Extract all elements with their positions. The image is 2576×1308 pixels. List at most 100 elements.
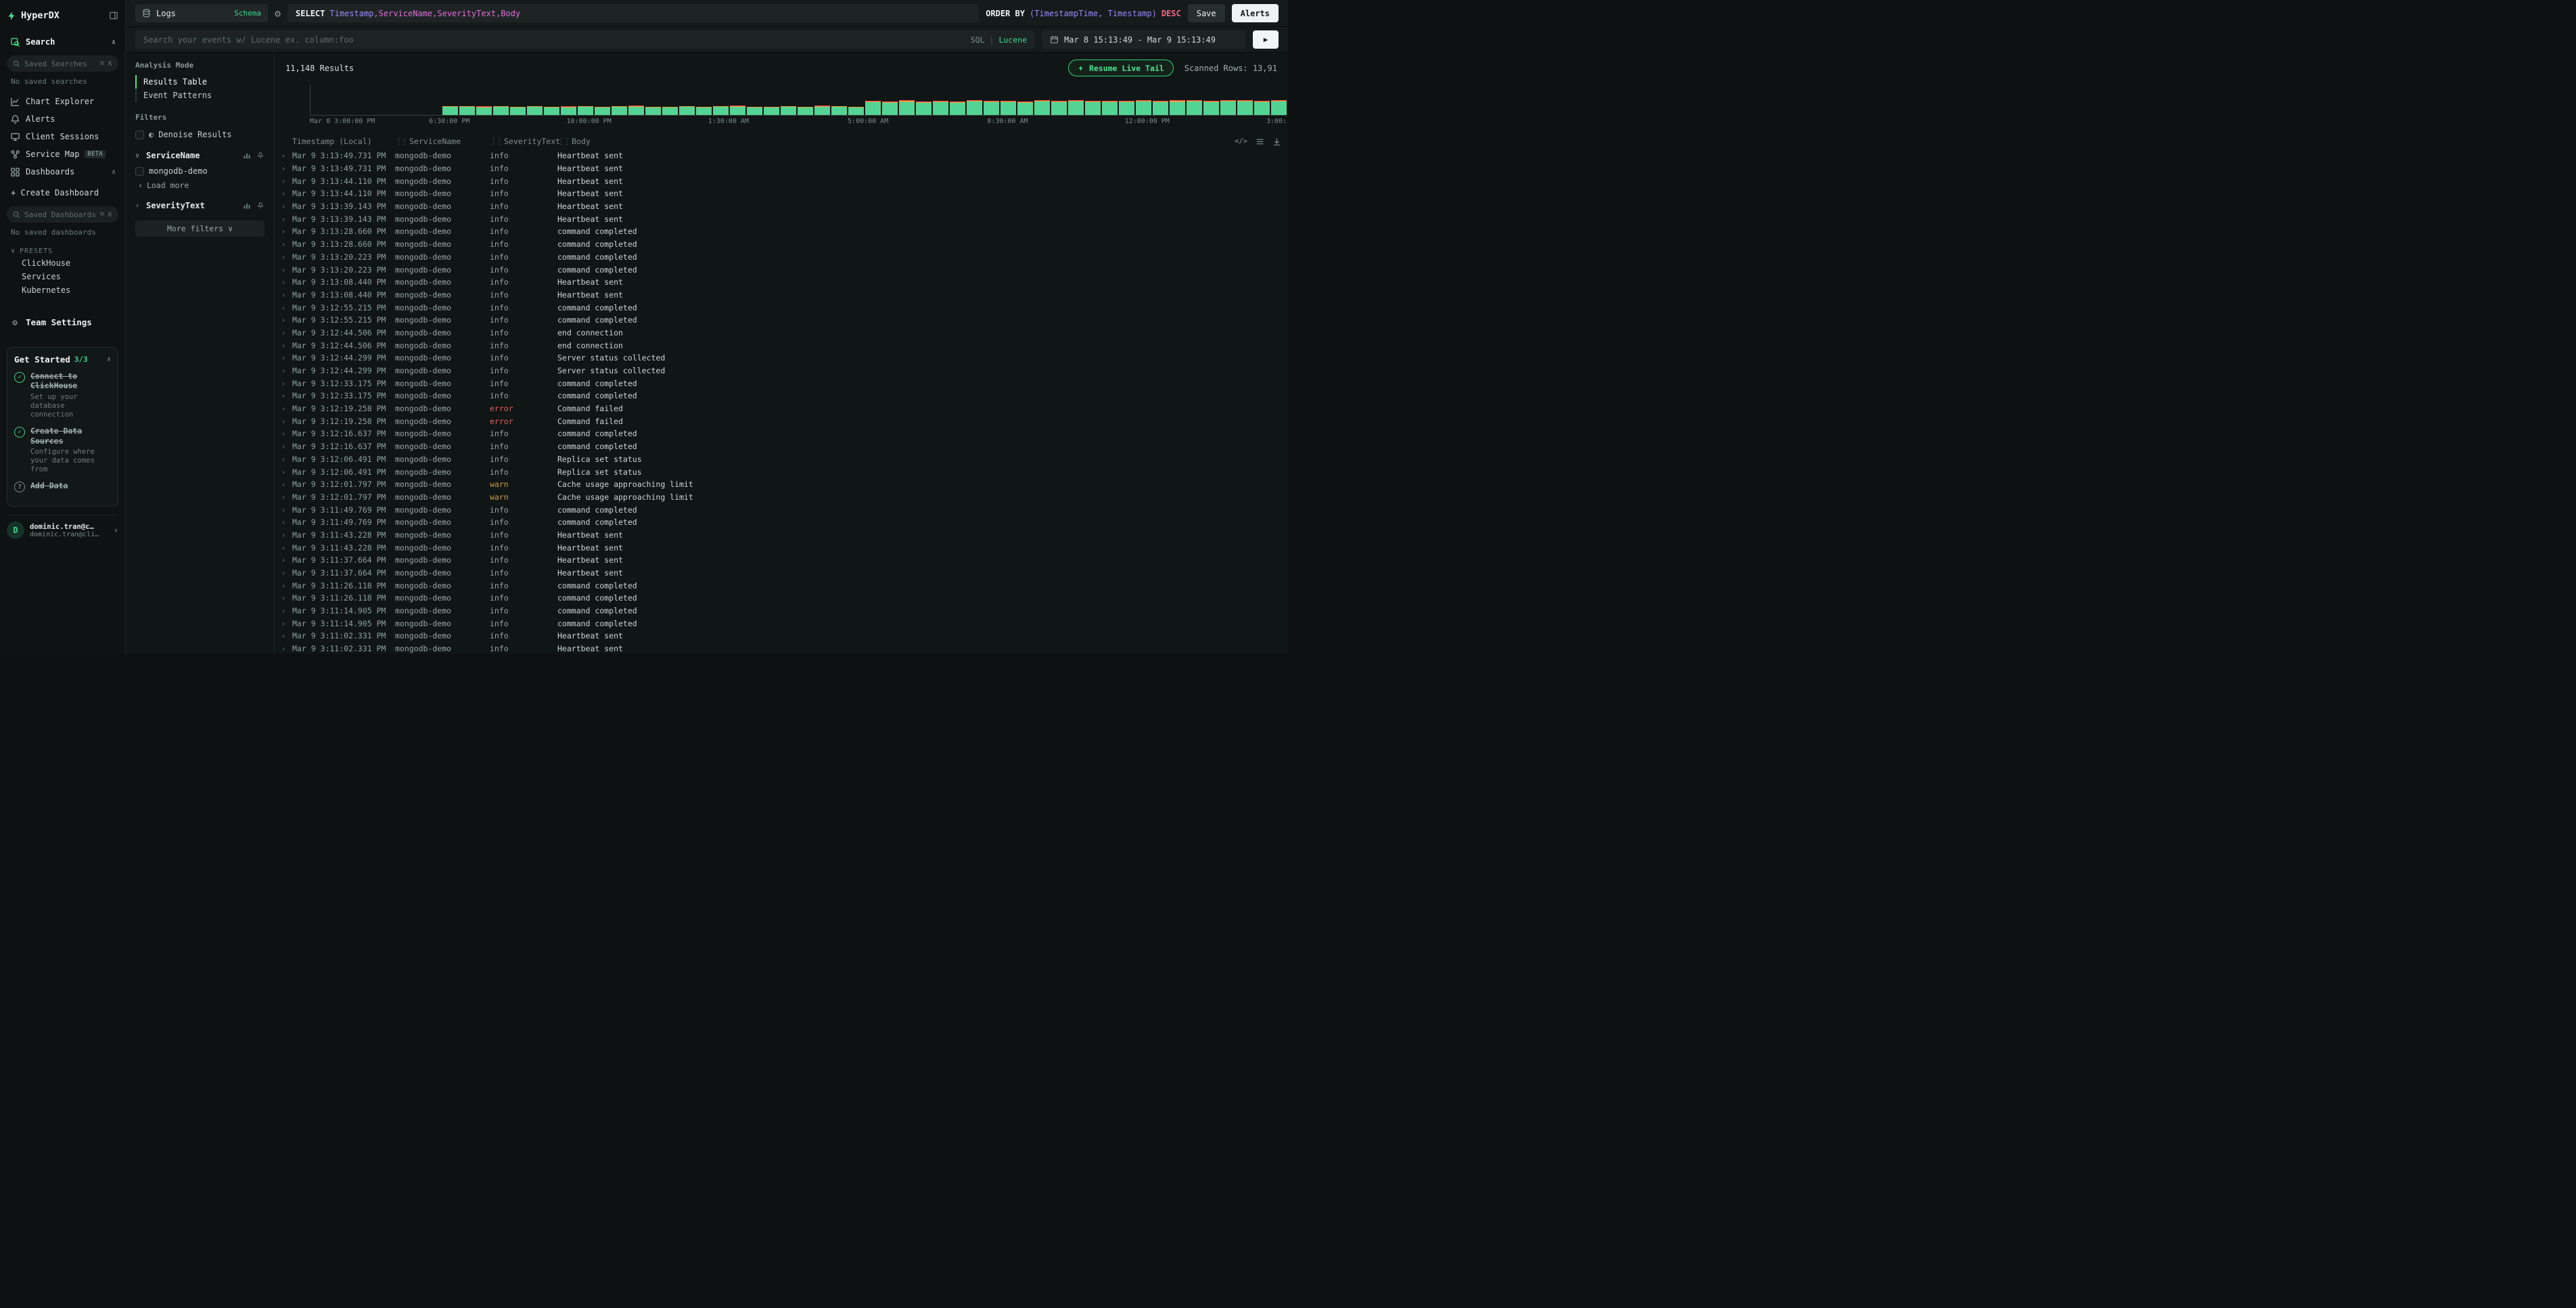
log-row[interactable]: ›Mar 9 3:12:19.258 PMmongodb-demoerrorCo…: [275, 402, 1288, 415]
log-row[interactable]: ›Mar 9 3:12:01.797 PMmongodb-demowarnCac…: [275, 491, 1288, 504]
histogram-bar[interactable]: [730, 106, 745, 115]
expand-row-icon[interactable]: ›: [275, 454, 292, 464]
histogram-bar[interactable]: [612, 106, 627, 115]
filter-group-servicename[interactable]: ∨ServiceName: [135, 147, 264, 164]
sidebar-item-dashboards[interactable]: Dashboards∧: [7, 163, 118, 181]
expand-row-icon[interactable]: ›: [275, 391, 292, 400]
mode-results-table[interactable]: Results Table: [135, 75, 264, 89]
expand-row-icon[interactable]: ›: [275, 214, 292, 224]
log-row[interactable]: ›Mar 9 3:13:39.143 PMmongodb-demoinfoHea…: [275, 212, 1288, 225]
log-row[interactable]: ›Mar 9 3:13:08.440 PMmongodb-demoinfoHea…: [275, 276, 1288, 289]
expand-row-icon[interactable]: ›: [275, 417, 292, 426]
preset-clickhouse[interactable]: ClickHouse: [7, 256, 118, 270]
log-row[interactable]: ›Mar 9 3:11:26.118 PMmongodb-demoinfocom…: [275, 592, 1288, 605]
expand-row-icon[interactable]: ›: [275, 189, 292, 198]
log-row[interactable]: ›Mar 9 3:12:55.215 PMmongodb-demoinfocom…: [275, 301, 1288, 314]
preset-services[interactable]: Services: [7, 270, 118, 283]
mini-chart-icon[interactable]: [243, 151, 251, 160]
log-row[interactable]: ›Mar 9 3:11:14.905 PMmongodb-demoinfocom…: [275, 617, 1288, 630]
histogram-bar[interactable]: [713, 106, 729, 115]
denoise-results-checkbox[interactable]: ◐ Denoise Results: [135, 127, 264, 142]
histogram-bar[interactable]: [442, 106, 458, 115]
histogram-bar[interactable]: [561, 106, 576, 115]
histogram-bar[interactable]: [781, 106, 796, 115]
expand-row-icon[interactable]: ›: [275, 366, 292, 375]
mode-lucene[interactable]: Lucene: [998, 35, 1027, 45]
expand-row-icon[interactable]: ›: [275, 429, 292, 438]
expand-row-icon[interactable]: ›: [275, 492, 292, 502]
histogram-bar[interactable]: [1220, 100, 1236, 115]
date-range-picker[interactable]: Mar 8 15:13:49 - Mar 9 15:13:49: [1042, 30, 1246, 49]
log-row[interactable]: ›Mar 9 3:13:49.731 PMmongodb-demoinfoHea…: [275, 149, 1288, 162]
get-started-item[interactable]: ✓Connect to ClickHouseSet up your databa…: [14, 371, 111, 419]
log-row[interactable]: ›Mar 9 3:13:20.223 PMmongodb-demoinfocom…: [275, 263, 1288, 276]
histogram-bar[interactable]: [595, 107, 610, 115]
expand-row-icon[interactable]: ›: [275, 239, 292, 249]
mini-chart-icon[interactable]: [243, 202, 251, 210]
checkbox[interactable]: [135, 167, 144, 176]
expand-row-icon[interactable]: ›: [275, 442, 292, 451]
more-filters-button[interactable]: More filters ∨: [135, 220, 264, 237]
schema-link[interactable]: Schema: [234, 9, 261, 18]
histogram-bar[interactable]: [950, 101, 965, 115]
run-query-button[interactable]: ▶: [1253, 30, 1279, 49]
create-dashboard-button[interactable]: + Create Dashboard: [7, 185, 118, 201]
histogram-bar[interactable]: [1136, 100, 1151, 115]
histogram-bar[interactable]: [493, 106, 509, 115]
log-row[interactable]: ›Mar 9 3:12:44.506 PMmongodb-demoinfoend…: [275, 339, 1288, 352]
expand-row-icon[interactable]: ›: [275, 568, 292, 578]
log-row[interactable]: ›Mar 9 3:13:44.110 PMmongodb-demoinfoHea…: [275, 187, 1288, 200]
log-row[interactable]: ›Mar 9 3:13:28.660 PMmongodb-demoinfocom…: [275, 225, 1288, 238]
saved-searches-input[interactable]: ⌘ K: [7, 55, 118, 72]
expand-row-icon[interactable]: ›: [275, 404, 292, 413]
histogram-bar[interactable]: [1051, 101, 1067, 115]
histogram-bar[interactable]: [933, 101, 948, 115]
code-icon[interactable]: </>: [1235, 137, 1247, 145]
histogram-bar[interactable]: [544, 107, 559, 115]
histogram-bar[interactable]: [1119, 101, 1134, 115]
presets-toggle[interactable]: ∨ PRESETS: [7, 248, 118, 255]
log-row[interactable]: ›Mar 9 3:12:06.491 PMmongodb-demoinfoRep…: [275, 453, 1288, 466]
histogram-bar[interactable]: [1102, 101, 1118, 115]
histogram-bar[interactable]: [899, 100, 915, 115]
histogram-bar[interactable]: [578, 106, 593, 115]
mode-sql[interactable]: SQL: [971, 35, 985, 45]
expand-row-icon[interactable]: ›: [275, 467, 292, 477]
sidebar-item-chart-explorer[interactable]: Chart Explorer: [7, 93, 118, 110]
expand-row-icon[interactable]: ›: [275, 606, 292, 615]
alerts-button[interactable]: Alerts: [1232, 4, 1279, 22]
filter-option-mongodb-demo[interactable]: mongodb-demo: [135, 164, 264, 179]
log-row[interactable]: ›Mar 9 3:12:44.506 PMmongodb-demoinfoend…: [275, 327, 1288, 340]
column-header-severitytext[interactable]: ⋮⋮SeverityText: [490, 137, 557, 146]
histogram-bar[interactable]: [645, 107, 661, 115]
get-started-item[interactable]: ?Add Data: [14, 481, 111, 492]
expand-row-icon[interactable]: ›: [275, 341, 292, 350]
expand-row-icon[interactable]: ›: [275, 290, 292, 300]
saved-dashboards-field[interactable]: [24, 210, 96, 219]
expand-row-icon[interactable]: ›: [275, 353, 292, 363]
expand-row-icon[interactable]: ›: [275, 379, 292, 388]
get-started-header[interactable]: Get Started 3/3 ∧: [14, 354, 111, 365]
histogram-bar[interactable]: [1068, 100, 1084, 115]
sidebar-collapse-icon[interactable]: [109, 11, 118, 20]
histogram-bar[interactable]: [831, 106, 847, 115]
log-row[interactable]: ›Mar 9 3:12:44.299 PMmongodb-demoinfoSer…: [275, 365, 1288, 377]
log-row[interactable]: ›Mar 9 3:11:26.118 PMmongodb-demoinfocom…: [275, 579, 1288, 592]
log-row[interactable]: ›Mar 9 3:11:02.331 PMmongodb-demoinfoHea…: [275, 630, 1288, 643]
histogram-bar[interactable]: [510, 107, 526, 115]
log-row[interactable]: ›Mar 9 3:12:33.175 PMmongodb-demoinfocom…: [275, 377, 1288, 390]
histogram-bar[interactable]: [1001, 101, 1016, 115]
expand-row-icon[interactable]: ›: [275, 543, 292, 553]
histogram-bar[interactable]: [916, 101, 932, 115]
histogram-bar[interactable]: [628, 106, 644, 115]
pin-icon[interactable]: [256, 151, 264, 160]
log-row[interactable]: ›Mar 9 3:12:44.299 PMmongodb-demoinfoSer…: [275, 352, 1288, 365]
save-button[interactable]: Save: [1188, 4, 1225, 22]
histogram-bar[interactable]: [984, 101, 999, 115]
log-row[interactable]: ›Mar 9 3:13:08.440 PMmongodb-demoinfoHea…: [275, 289, 1288, 302]
pin-icon[interactable]: [256, 202, 264, 210]
expand-row-icon[interactable]: ›: [275, 644, 292, 653]
expand-row-icon[interactable]: ›: [275, 581, 292, 590]
log-row[interactable]: ›Mar 9 3:13:44.110 PMmongodb-demoinfoHea…: [275, 174, 1288, 187]
histogram-bar[interactable]: [1187, 100, 1202, 115]
